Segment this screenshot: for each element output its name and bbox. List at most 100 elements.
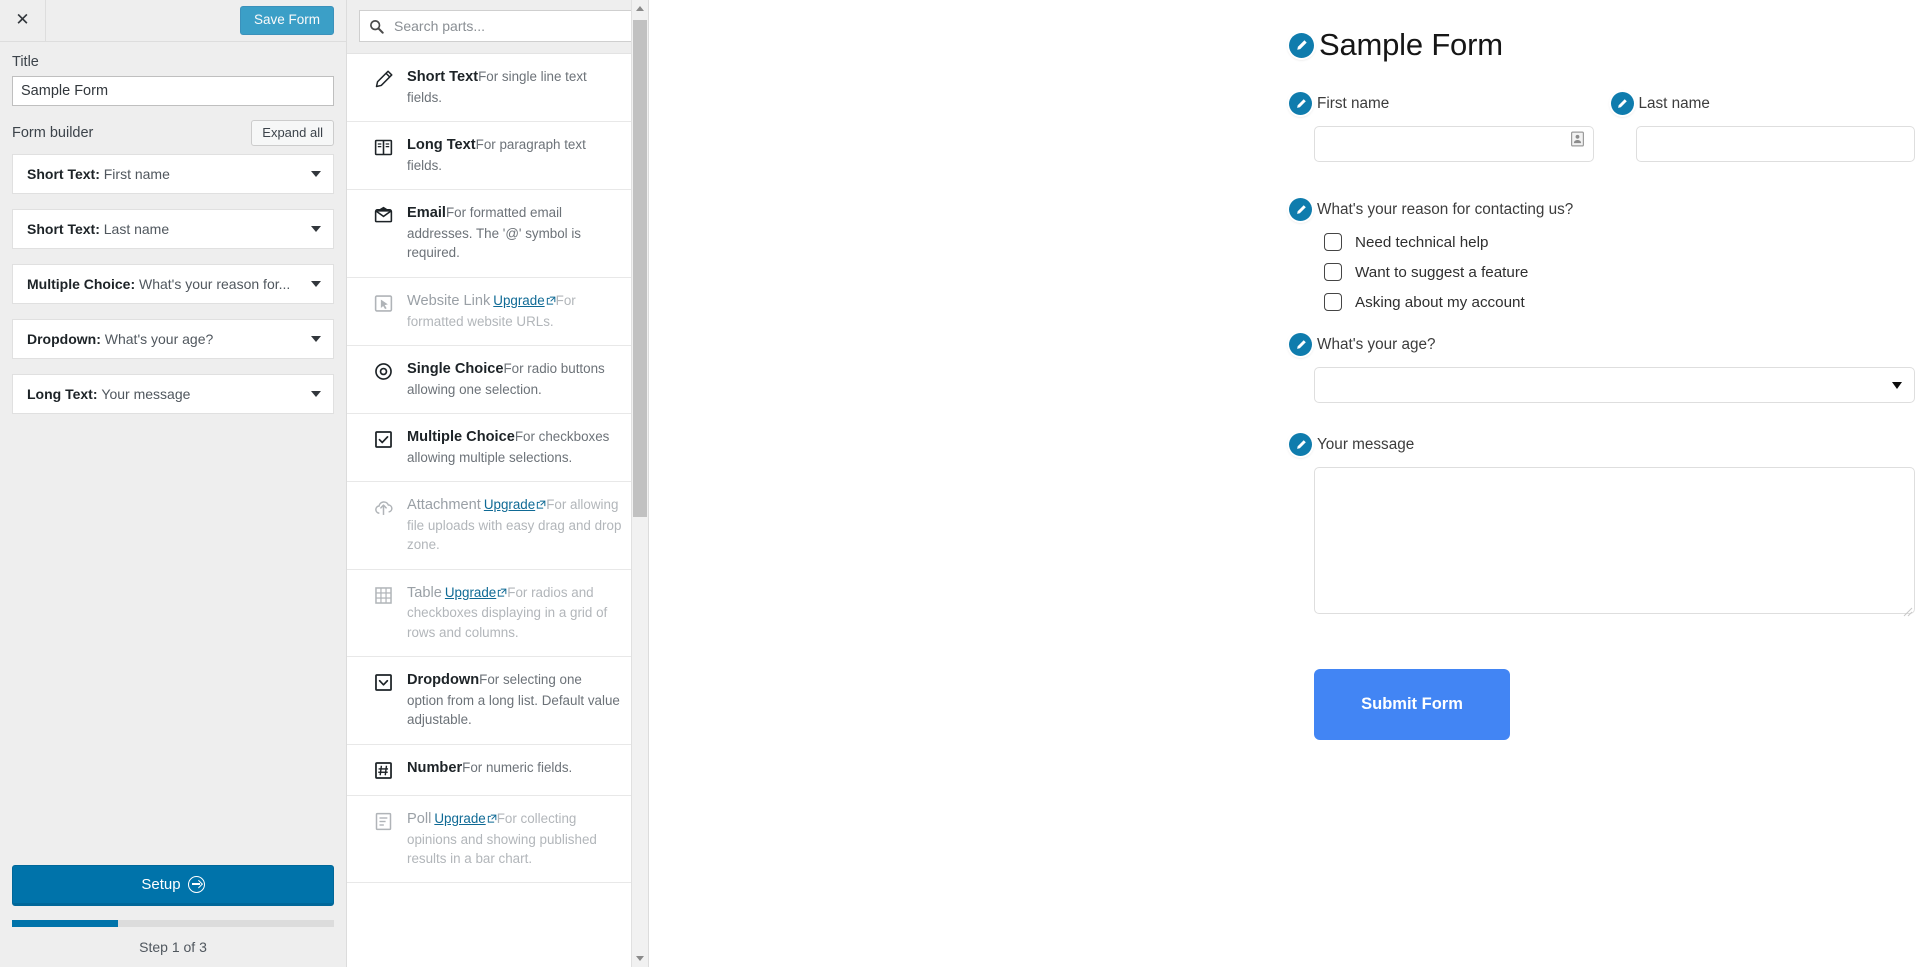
part-body: NumberFor numeric fields. — [407, 758, 622, 779]
external-link-icon — [546, 296, 555, 305]
setup-button-label: Setup — [141, 876, 181, 893]
part-title-text: Table — [407, 584, 442, 601]
left-panel-body: Title Form builder Expand all Short Text… — [0, 42, 346, 865]
form-builder-row[interactable]: Dropdown: What's your age? — [12, 319, 334, 359]
part-title: Email — [407, 205, 446, 221]
upgrade-link[interactable]: Upgrade — [445, 585, 496, 600]
grid-icon — [375, 586, 392, 604]
form-builder-row[interactable]: Long Text: Your message — [12, 374, 334, 414]
part-item-single-choice[interactable]: Single ChoiceFor radio buttons allowing … — [347, 346, 648, 415]
chevron-down-icon[interactable] — [311, 391, 321, 397]
part-icon — [373, 809, 407, 832]
form-builder-row[interactable]: Multiple Choice: What's your reason for.… — [12, 264, 334, 304]
name-fields-row: First name Last name — [1289, 92, 1915, 163]
edit-title-badge-icon[interactable] — [1289, 32, 1314, 58]
scroll-down-button[interactable] — [632, 950, 648, 967]
checkbox-icon[interactable] — [1324, 263, 1342, 282]
checkbox-icon[interactable] — [1324, 233, 1342, 252]
part-body: Table Upgrade For radios and checkboxes di… — [407, 583, 622, 643]
arrow-right-circle-icon — [187, 876, 205, 893]
form-builder-row-name: Your message — [101, 386, 191, 402]
form-builder-row-label: Dropdown: What's your age? — [27, 331, 303, 347]
part-item-multiple-choice[interactable]: Multiple ChoiceFor checkboxes allowing m… — [347, 414, 648, 483]
part-title-text: Long Text — [407, 137, 476, 154]
scrollbar-thumb[interactable] — [633, 20, 647, 517]
close-icon: ✕ — [15, 10, 30, 30]
age-select[interactable] — [1314, 367, 1915, 404]
parts-search-container — [347, 0, 648, 54]
title-label: Title — [12, 54, 39, 70]
upgrade-link[interactable]: Upgrade — [434, 811, 485, 826]
form-builder-row-type: Dropdown: — [27, 331, 105, 347]
chevron-down-icon — [1892, 381, 1902, 389]
reason-option[interactable]: Want to suggest a feature — [1324, 263, 1915, 282]
age-label: What's your age? — [1317, 335, 1436, 353]
close-button[interactable]: ✕ — [0, 0, 46, 41]
message-textarea[interactable] — [1314, 467, 1915, 615]
edit-message-badge-icon[interactable] — [1289, 433, 1312, 457]
part-title: Number — [407, 760, 462, 776]
page-title: Sample Form — [1319, 27, 1503, 62]
form-builder-row[interactable]: Short Text: First name — [12, 154, 334, 194]
message-textarea-wrap — [1314, 456, 1915, 619]
part-title: Single Choice — [407, 361, 504, 377]
header-spacer — [46, 0, 240, 41]
chevron-down-icon[interactable] — [311, 226, 321, 232]
form-preview: Sample Form First name Last name What's … — [649, 0, 1915, 967]
reason-option[interactable]: Need technical help — [1324, 233, 1915, 252]
part-title: Long Text — [407, 137, 476, 153]
scroll-up-button[interactable] — [632, 0, 648, 17]
checkbox-icon[interactable] — [1324, 293, 1342, 312]
save-form-button[interactable]: Save Form — [239, 5, 334, 36]
left-panel-header: ✕ Save Form — [0, 0, 346, 42]
chevron-up-icon — [636, 6, 644, 11]
form-title-input[interactable] — [12, 76, 334, 106]
chevron-down-icon[interactable] — [311, 171, 321, 177]
part-item-long-text[interactable]: Long TextFor paragraph text fields. — [347, 122, 648, 191]
search-box[interactable] — [359, 10, 636, 42]
form-builder-row-name: First name — [103, 166, 170, 182]
edit-age-badge-icon[interactable] — [1289, 333, 1312, 357]
part-item-email[interactable]: EmailFor formatted email addresses. The … — [347, 190, 648, 278]
part-body: Single ChoiceFor radio buttons allowing … — [407, 359, 622, 399]
first-name-input[interactable] — [1314, 126, 1594, 163]
part-title: Attachment Upgrade — [407, 497, 546, 513]
submit-form-button[interactable]: Submit Form — [1314, 669, 1510, 741]
reason-option-label: Asking about my account — [1355, 293, 1525, 311]
last-name-input[interactable] — [1635, 126, 1915, 163]
part-item-dropdown[interactable]: DropdownFor selecting one option from a … — [347, 657, 648, 745]
part-title: Table Upgrade — [407, 585, 507, 601]
form-builder-row-type: Multiple Choice: — [27, 276, 139, 292]
form-builder-row-label: Short Text: First name — [27, 166, 303, 182]
part-body: Long TextFor paragraph text fields. — [407, 135, 622, 175]
part-title: Website Link Upgrade — [407, 293, 556, 309]
part-title-text: Poll — [407, 810, 432, 827]
search-parts-input[interactable] — [392, 17, 627, 35]
reason-option[interactable]: Asking about my account — [1324, 293, 1915, 312]
reason-checkbox-list: Need technical help Want to suggest a fea… — [1314, 233, 1915, 312]
last-name-label: Last name — [1638, 94, 1710, 112]
form-builder-row[interactable]: Short Text: Last name — [12, 209, 334, 249]
age-field: What's your age? — [1289, 333, 1915, 404]
setup-button[interactable]: Setup — [12, 865, 334, 906]
edit-last-name-badge-icon[interactable] — [1610, 92, 1634, 116]
part-item-short-text[interactable]: Short TextFor single line text fields. — [347, 54, 648, 123]
dropdown-icon — [375, 674, 392, 692]
left-panel-footer: Setup Step 1 of 3 — [0, 865, 346, 967]
part-item-poll: Poll Upgrade For collecting opinions and s… — [347, 796, 648, 884]
parts-scrollbar[interactable] — [631, 0, 648, 967]
upgrade-link[interactable]: Upgrade — [493, 293, 544, 308]
part-title: Poll Upgrade — [407, 811, 497, 827]
chevron-down-icon[interactable] — [311, 281, 321, 287]
upgrade-link[interactable]: Upgrade — [484, 497, 535, 512]
reason-label-row: What's your reason for contacting us? — [649, 198, 1915, 222]
edit-reason-badge-icon[interactable] — [1289, 198, 1312, 222]
part-item-number[interactable]: NumberFor numeric fields. — [347, 745, 648, 796]
chevron-down-icon[interactable] — [311, 336, 321, 342]
part-title-text: Dropdown — [407, 672, 480, 689]
part-body: DropdownFor selecting one option from a … — [407, 670, 622, 730]
form-builder-header: Form builder Expand all — [12, 120, 334, 146]
expand-all-button[interactable]: Expand all — [251, 120, 334, 146]
hash-icon — [375, 761, 392, 779]
part-icon — [373, 135, 407, 158]
